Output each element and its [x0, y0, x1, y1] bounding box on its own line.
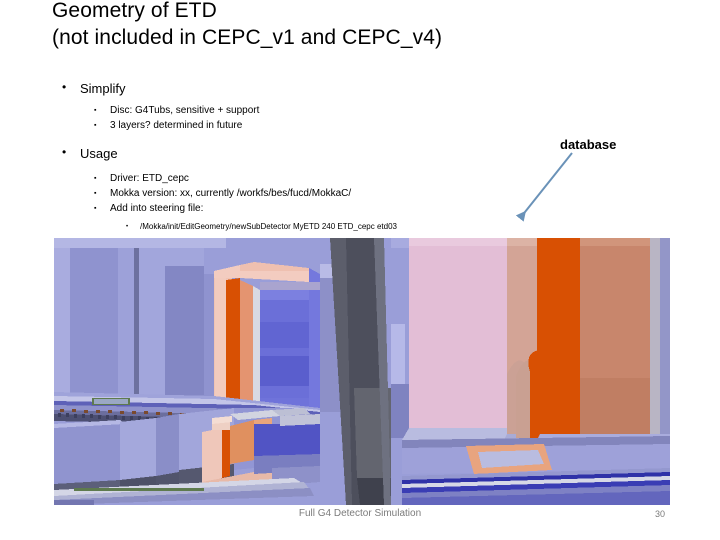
- bullet-usage-sub-1-label: Mokka version: xx, currently /workfs/bes…: [110, 188, 352, 199]
- bullet-glyph-level1: •: [62, 145, 67, 159]
- bullet-usage-sub-1: ▪ Mokka version: xx, currently /workfs/b…: [52, 186, 512, 201]
- bullet-steering-command: • /Mokka/init/EditGeometry/newSubDetecto…: [52, 220, 512, 234]
- bullet-usage: • Usage: [52, 145, 512, 162]
- bullet-simplify-label: Simplify: [80, 81, 126, 96]
- bullet-list: • Simplify ▪ Disc: G4Tubs, sensitive + s…: [52, 80, 512, 234]
- detector-geometry-image: [54, 238, 670, 505]
- page-number: 30: [654, 509, 665, 519]
- bullet-usage-label: Usage: [80, 146, 118, 161]
- page-title: Geometry of ETD (not included in CEPC_v1…: [52, 0, 443, 49]
- bullet-usage-sub-0: ▪ Driver: ETD_cepc: [52, 171, 512, 186]
- database-callout-arrow-icon: [515, 152, 573, 222]
- bullet-glyph-level2: ▪: [94, 107, 97, 114]
- bullet-usage-sub-0-label: Driver: ETD_cepc: [110, 173, 189, 184]
- bullet-glyph-level2: ▪: [94, 190, 97, 197]
- bullet-simplify-sub-0-label: Disc: G4Tubs, sensitive + support: [110, 105, 260, 116]
- steering-command-text: /Mokka/init/EditGeometry/newSubDetector …: [140, 222, 397, 231]
- bullet-glyph-level1: •: [62, 80, 67, 94]
- bullet-simplify: • Simplify: [52, 80, 512, 97]
- footer-caption: Full G4 Detector Simulation: [298, 508, 422, 519]
- bullet-simplify-sub-0: ▪ Disc: G4Tubs, sensitive + support: [52, 103, 512, 118]
- bullet-glyph-level2: ▪: [94, 205, 97, 212]
- bullet-glyph-level2: ▪: [94, 175, 97, 182]
- bullet-usage-sub-2: ▪ Add into steering file:: [52, 201, 512, 216]
- bullet-glyph-level2: ▪: [94, 122, 97, 129]
- bullet-simplify-sub-1-label: 3 layers? determined in future: [110, 120, 243, 131]
- bullet-simplify-sub-1: ▪ 3 layers? determined in future: [52, 118, 512, 133]
- detector-geometry-render: [54, 238, 670, 505]
- bullet-usage-sub-2-label: Add into steering file:: [110, 203, 204, 214]
- bullet-glyph-level3: •: [126, 224, 129, 230]
